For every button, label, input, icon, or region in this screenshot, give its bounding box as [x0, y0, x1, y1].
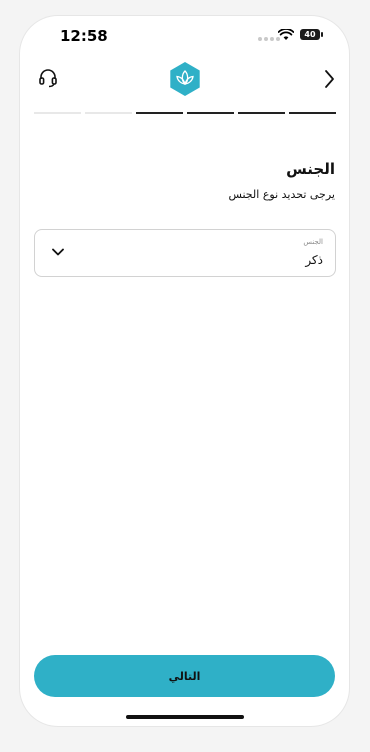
- chevron-right-icon[interactable]: [323, 69, 335, 89]
- chevron-down-icon: [52, 248, 64, 256]
- page-subtitle: يرجى تحديد نوع الجنس: [228, 188, 335, 201]
- step-progress: [34, 112, 336, 114]
- progress-step-done: [136, 112, 183, 114]
- progress-step-done: [289, 112, 336, 114]
- headset-icon[interactable]: [38, 68, 58, 88]
- cellular-signal-icon: [258, 37, 280, 41]
- battery-level: 40: [304, 30, 316, 39]
- progress-step: [34, 112, 81, 114]
- progress-step-done: [238, 112, 285, 114]
- wifi-icon: [278, 29, 294, 40]
- battery-icon: 40: [300, 29, 320, 40]
- progress-step-done: [187, 112, 234, 114]
- gender-select[interactable]: الجنس ذكر: [34, 229, 336, 277]
- next-button[interactable]: التالي: [34, 655, 335, 697]
- progress-step: [85, 112, 132, 114]
- lotus-logo-icon: [170, 62, 200, 96]
- status-bar: 12:58 40: [20, 16, 349, 56]
- home-indicator: [126, 715, 244, 719]
- gender-select-label: الجنس: [303, 238, 323, 246]
- status-time: 12:58: [60, 27, 108, 45]
- page-title: الجنس: [286, 160, 335, 178]
- gender-select-value: ذكر: [305, 253, 323, 267]
- header: [20, 61, 349, 101]
- phone-screen: 12:58 40 الجنس يرجى تحديد نوع الجنس الجن…: [20, 16, 349, 726]
- battery-tip: [321, 32, 323, 37]
